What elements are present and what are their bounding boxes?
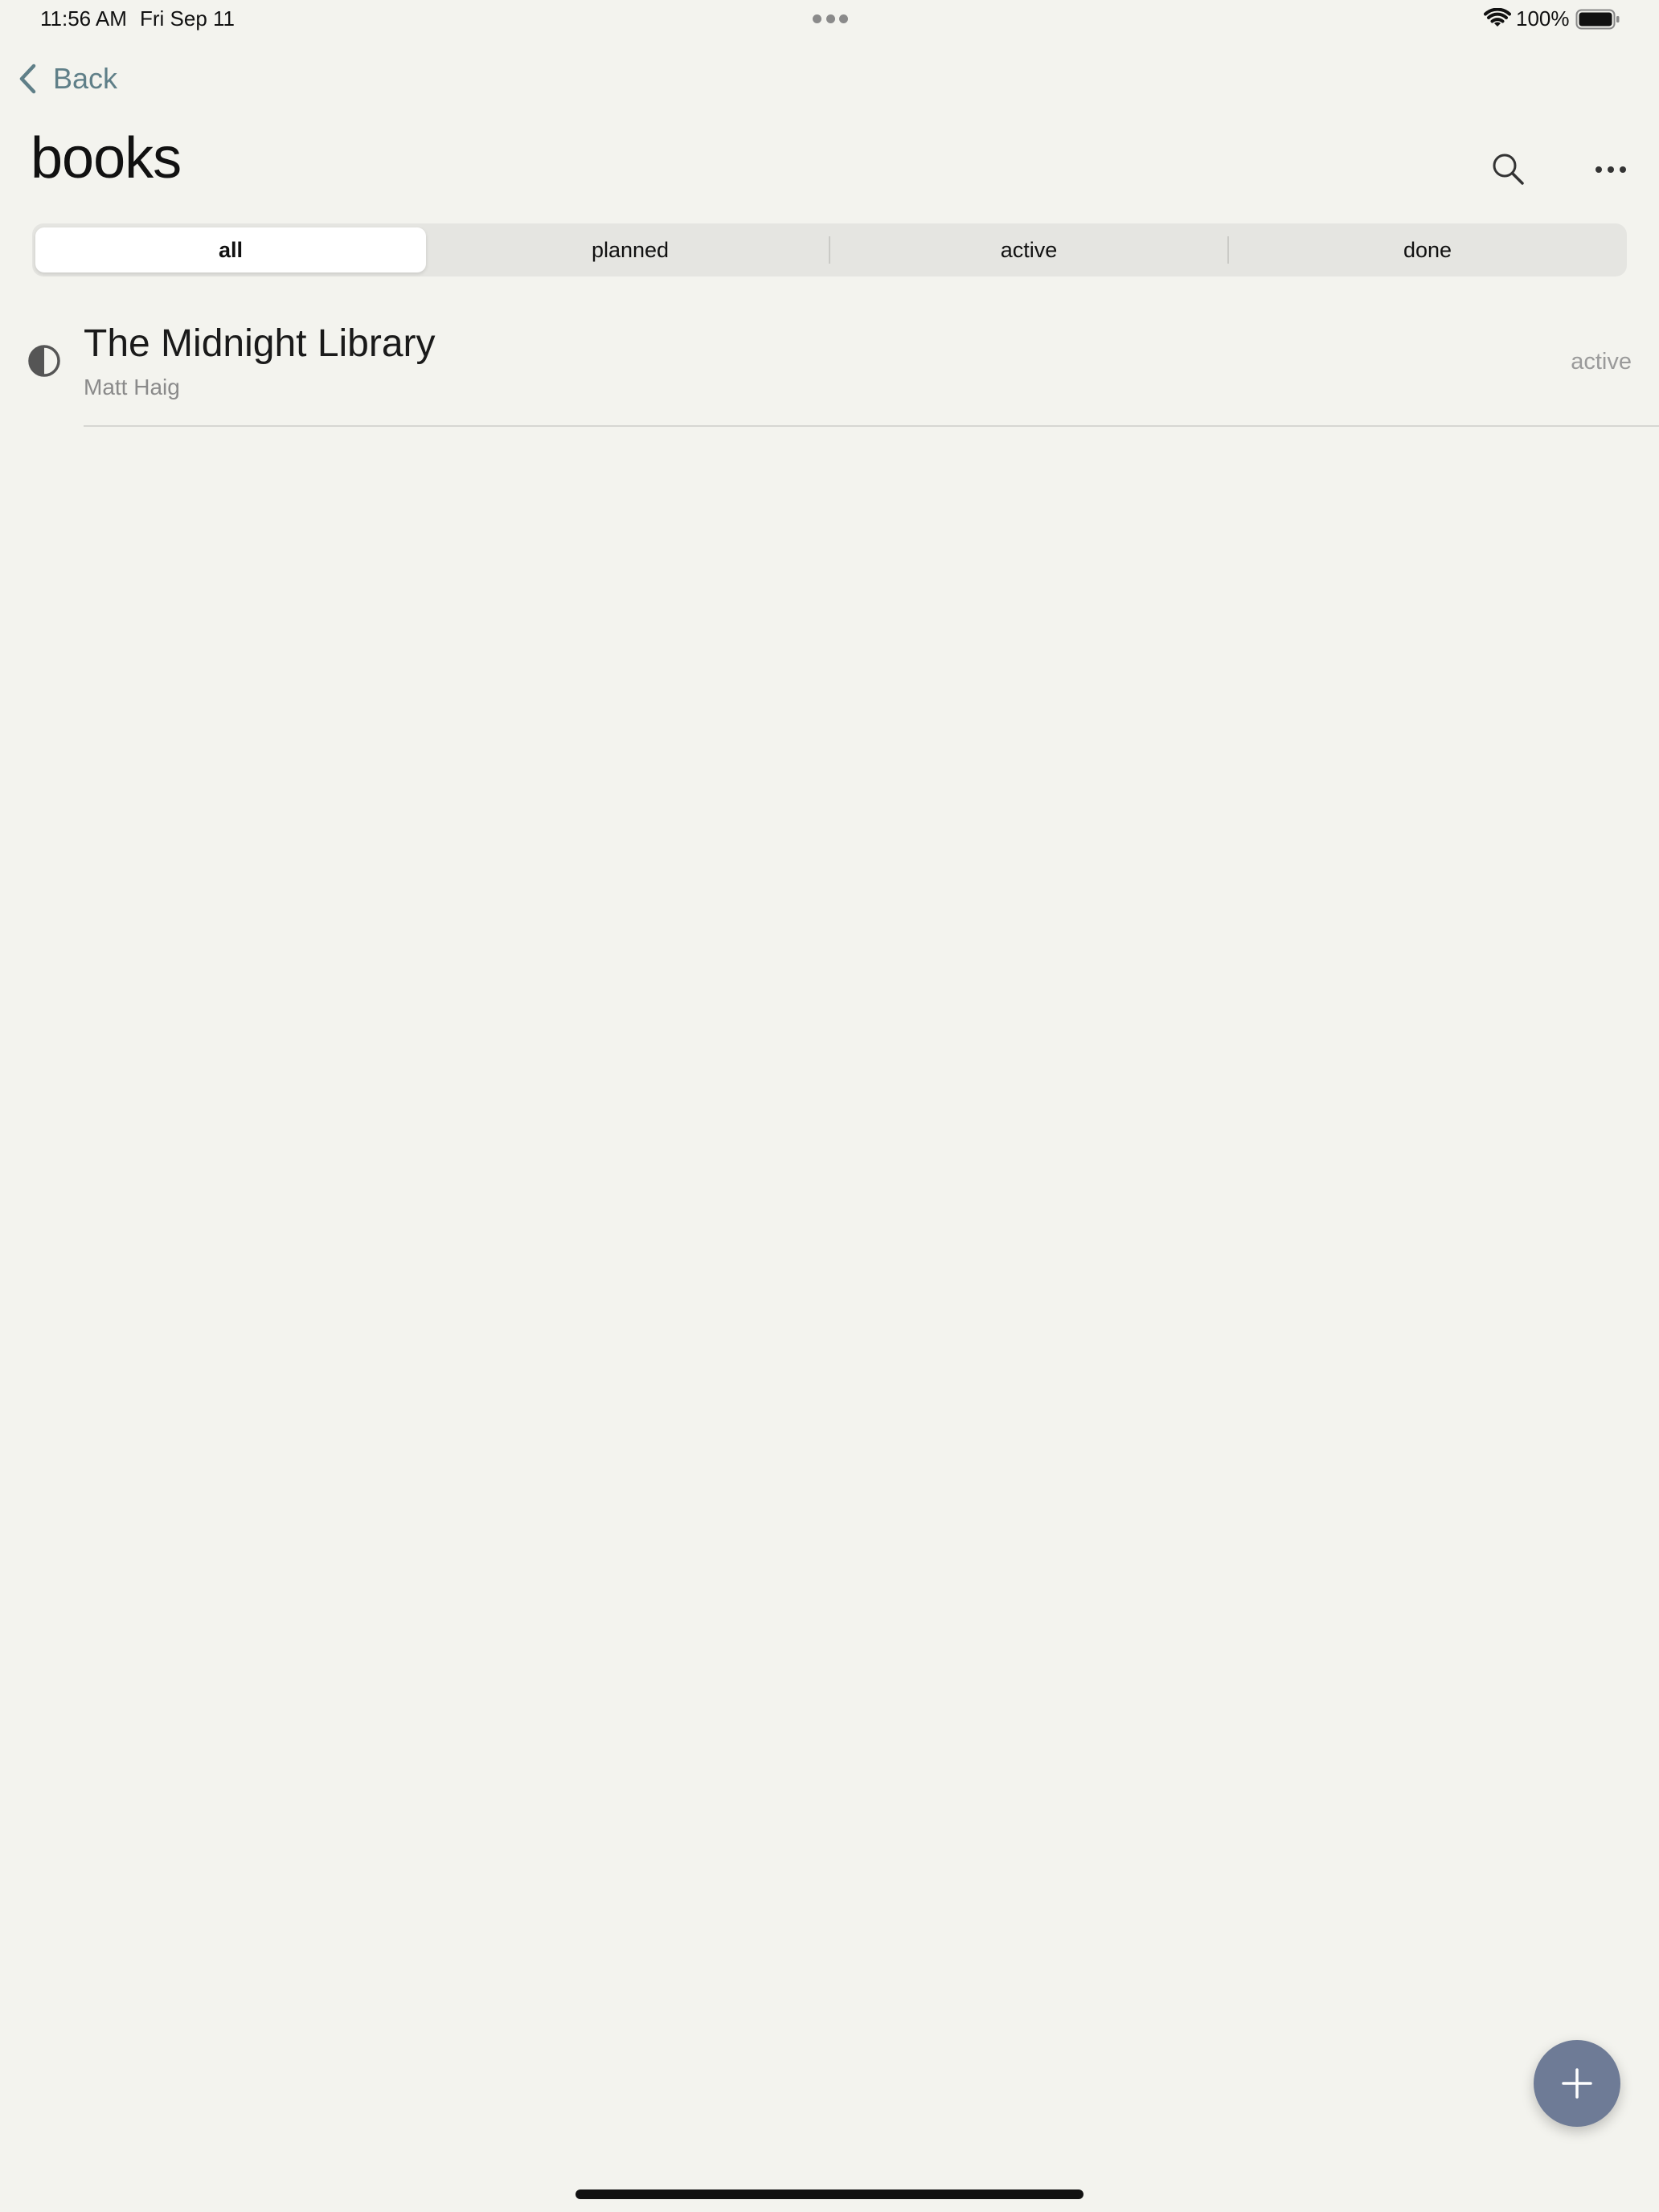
plus-icon [1562, 2068, 1592, 2099]
wifi-icon [1484, 8, 1511, 27]
home-indicator[interactable] [576, 2189, 1083, 2199]
page-title: books [31, 126, 182, 190]
more-options-button[interactable] [1595, 158, 1627, 182]
battery-percentage: 100% [1516, 6, 1570, 31]
search-icon [1493, 154, 1524, 185]
status-date: Fri Sep 11 [140, 6, 236, 31]
status-time: 11:56 AM [40, 6, 127, 31]
filter-tab-active[interactable]: active [830, 223, 1228, 276]
multitasking-dots-icon[interactable] [813, 14, 848, 24]
back-label: Back [53, 62, 118, 95]
status-filter-segmented-control: all planned active done [32, 223, 1627, 276]
filter-tab-done[interactable]: done [1228, 223, 1627, 276]
book-status-label: active [1571, 349, 1632, 375]
filter-tab-all[interactable]: all [35, 227, 426, 272]
chevron-left-icon [19, 63, 36, 94]
battery-icon [1575, 9, 1620, 30]
book-list-item[interactable]: The Midnight Library Matt Haig active [0, 309, 1659, 427]
ellipsis-icon [1596, 166, 1626, 173]
filter-tab-planned[interactable]: planned [431, 223, 830, 276]
list-separator [84, 425, 1659, 427]
status-bar: 11:56 AM Fri Sep 11 100% [0, 0, 1659, 39]
add-book-button[interactable] [1534, 2040, 1620, 2127]
book-title: The Midnight Library [84, 322, 436, 365]
book-author: Matt Haig [84, 375, 180, 399]
search-button[interactable] [1490, 151, 1526, 186]
half-circle-icon [28, 345, 60, 377]
back-button[interactable]: Back [18, 56, 117, 101]
